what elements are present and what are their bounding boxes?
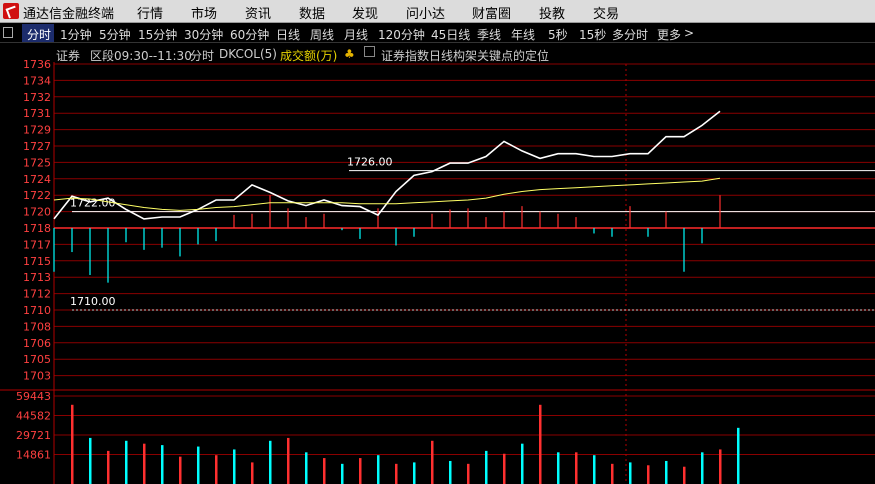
volume-bar — [611, 463, 614, 484]
avg-price-line — [53, 177, 721, 211]
price-tick-label: 1722 — [23, 189, 51, 202]
price-tick-label: 1736 — [23, 58, 51, 71]
volume-bar — [665, 460, 668, 484]
volume-bar — [521, 443, 524, 484]
price-tick-label: 1729 — [23, 124, 51, 137]
volume-bar — [269, 440, 272, 484]
volume-bar — [233, 449, 236, 484]
volume-bar — [89, 437, 92, 484]
price-tick-label: 1706 — [23, 337, 51, 350]
volume-bar — [539, 404, 542, 484]
price-tick-label: 1725 — [23, 156, 51, 169]
level-label: 1710.00 — [70, 295, 116, 308]
price-tick-label: 1703 — [23, 370, 51, 383]
volume-bar — [719, 449, 722, 484]
price-tick-label: 1717 — [23, 238, 51, 251]
volume-bar — [629, 462, 632, 484]
volume-bar — [557, 452, 560, 484]
price-tick-label: 1724 — [23, 173, 51, 186]
volume-bar — [341, 463, 344, 484]
volume-bar — [179, 456, 182, 484]
volume-bar — [413, 462, 416, 484]
volume-bar — [701, 452, 704, 484]
price-tick-label: 1727 — [23, 140, 51, 153]
volume-tick-label: 44582 — [16, 410, 51, 423]
price-tick-label: 1718 — [23, 222, 51, 235]
volume-bar — [485, 450, 488, 484]
volume-bar — [647, 465, 650, 484]
volume-bar — [125, 440, 128, 484]
volume-bar — [395, 463, 398, 484]
price-tick-label: 1710 — [23, 304, 51, 317]
volume-bar — [575, 452, 578, 484]
level-label: 1726.00 — [347, 156, 393, 169]
volume-bar — [683, 466, 686, 484]
price-tick-label: 1720 — [23, 206, 51, 219]
price-tick-label: 1712 — [23, 288, 51, 301]
volume-tick-label: 59443 — [16, 390, 51, 403]
volume-tick-label: 29721 — [16, 429, 51, 442]
volume-bar — [305, 452, 308, 484]
volume-bar — [215, 455, 218, 484]
volume-bar — [503, 453, 506, 484]
volume-bar — [431, 440, 434, 484]
price-tick-label: 1705 — [23, 353, 51, 366]
price-tick-label: 1732 — [23, 91, 51, 104]
volume-tick-label: 14861 — [16, 449, 51, 462]
volume-bar — [143, 443, 146, 484]
volume-bar — [449, 460, 452, 484]
volume-bar — [71, 404, 74, 484]
volume-bar — [467, 463, 470, 484]
volume-bar — [377, 455, 380, 484]
price-tick-label: 1708 — [23, 320, 51, 333]
volume-bar — [323, 458, 326, 484]
volume-bar — [737, 427, 740, 484]
volume-bar — [359, 458, 362, 484]
volume-bar — [107, 450, 110, 484]
intraday-chart: 1736 1734 1732 1731 1729 1727 1725 1724 1722 1720… — [0, 58, 875, 484]
price-tick-label: 1715 — [23, 255, 51, 268]
volume-bar — [197, 446, 200, 484]
volume-bar — [251, 462, 254, 484]
volume-bar — [287, 437, 290, 484]
price-tick-label: 1731 — [23, 107, 51, 120]
volume-bar — [161, 445, 164, 484]
price-tick-label: 1713 — [23, 271, 51, 284]
volume-bar — [593, 455, 596, 484]
price-tick-label: 1734 — [23, 74, 51, 87]
